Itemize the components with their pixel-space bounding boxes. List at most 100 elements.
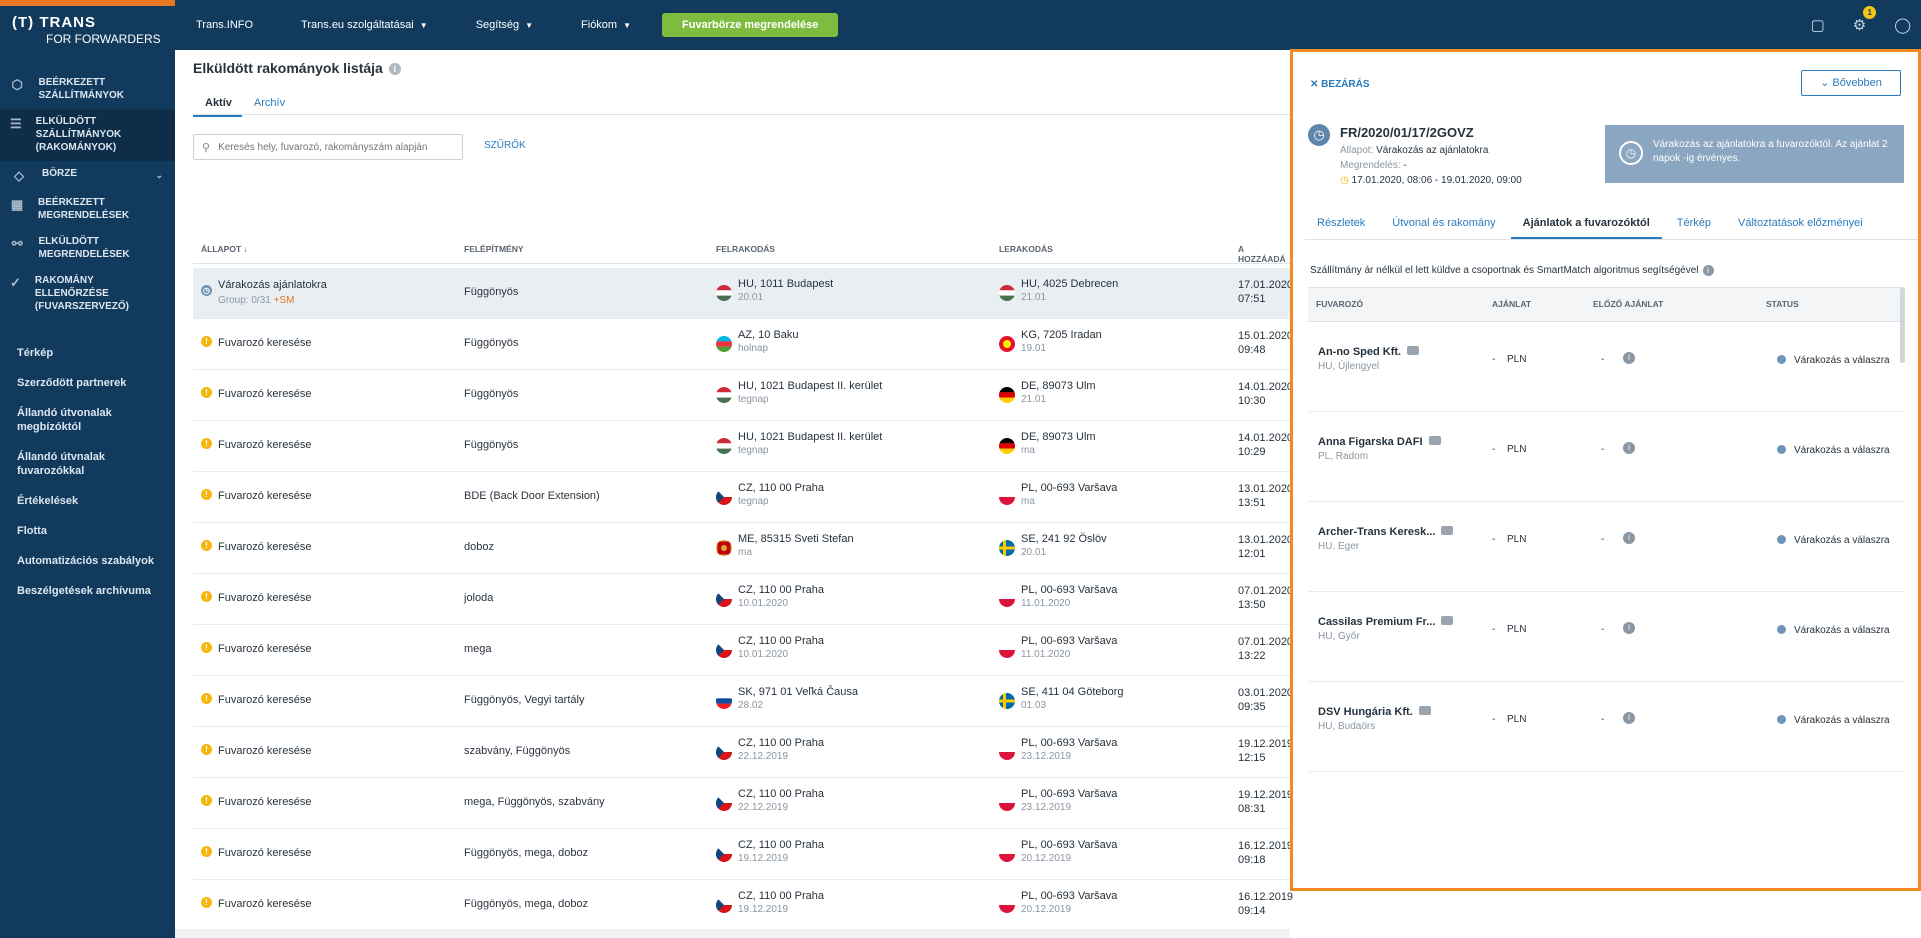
message-icon[interactable] — [1428, 436, 1441, 445]
sidebar-item-5[interactable]: ✓ RAKOMÁNY ELLENŐRZÉSE (FUVARSZERVEZŐ) — [0, 268, 175, 320]
sidebar-item-2[interactable]: ◇ BÖRZE ⌄ — [0, 161, 175, 190]
nav-trans-info[interactable]: Trans.INFO — [196, 19, 253, 31]
search-input[interactable] — [218, 141, 449, 153]
table-row[interactable]: ! Fuvarozó keresése mega CZ, 110 00 Praha 10… — [193, 625, 1293, 676]
chevron-down-icon: ▼ — [419, 20, 428, 30]
tab-change-history[interactable]: Változtatások előzményei — [1726, 214, 1875, 239]
added-time: 09:35 — [1238, 701, 1266, 713]
status-text: Fuvarozó keresése — [218, 847, 312, 859]
bell-icon[interactable]: ⚙ 1 — [1853, 6, 1877, 34]
sidebar-item-label: BEÉRKEZETT MEGRENDELÉSEK — [38, 197, 130, 221]
info-icon[interactable]: i — [1623, 442, 1635, 454]
tab-route-cargo[interactable]: Útvonal és rakomány — [1380, 214, 1507, 239]
close-button[interactable]: ✕ BEZÁRÁS — [1310, 79, 1370, 90]
added-cell: 07.01.2020 13:22 — [1238, 635, 1293, 663]
unloading-date: 21.01 — [1021, 292, 1047, 303]
logo[interactable]: (T) TRANS FOR FORWARDERS — [0, 6, 175, 50]
table-row[interactable]: ! Fuvarozó keresése Függönyös, mega, doboz… — [193, 829, 1293, 880]
message-icon[interactable] — [1418, 706, 1431, 715]
table-row[interactable]: ! Fuvarozó keresése BDE (Back Door Extensi… — [193, 472, 1293, 523]
carrier-row[interactable]: An-no Sped Kft. HU, Újlengyel - PLN - i Várako… — [1308, 322, 1905, 412]
sidebar-secondary-item[interactable]: Beszélgetések archívuma — [0, 576, 175, 606]
body-type: szabvány, Függönyös — [464, 745, 571, 757]
message-icon[interactable] — [1407, 346, 1420, 355]
table-row[interactable]: ! Fuvarozó keresése doboz ME, 85315 Sveti S… — [193, 523, 1293, 574]
order-exchange-button[interactable]: Fuvarbörze megrendelése — [662, 13, 839, 37]
added-cell: 16.12.2019 09:14 — [1238, 890, 1293, 918]
info-icon[interactable]: i — [1623, 712, 1635, 724]
loading-address: CZ, 110 00 Praha — [738, 839, 825, 851]
added-cell: 14.01.2020 10:29 — [1238, 431, 1293, 459]
col-unloading[interactable]: LERAKODÁS — [999, 244, 1053, 254]
nav-help[interactable]: Segítség ▼ — [476, 19, 533, 31]
sidebar-secondary-item[interactable]: Értékelések — [0, 486, 175, 516]
table-row[interactable]: ◷ Várakozás ajánlatokra Group: 0/31 +SM Füg… — [193, 268, 1293, 319]
carrier-row[interactable]: DSV Hungária Kft. HU, Budaörs - PLN - i Várako… — [1308, 682, 1905, 772]
info-icon[interactable]: i — [1623, 532, 1635, 544]
status-text: Fuvarozó keresése — [218, 796, 312, 808]
carrier-name[interactable]: Archer-Trans Keresk... — [1318, 526, 1454, 538]
sidebar-item-4[interactable]: ⚯ ELKÜLDÖTT MEGRENDELÉSEK — [0, 229, 175, 268]
carrier-name[interactable]: DSV Hungária Kft. — [1318, 706, 1431, 718]
sidebar-item-1[interactable]: ☰ ELKÜLDÖTT SZÁLLÍTMÁNYOK (RAKOMÁNYOK) — [0, 109, 175, 161]
tab-map[interactable]: Térkép — [1665, 214, 1723, 239]
flag-cz-icon — [716, 897, 732, 913]
filters-button[interactable]: SZŰRŐK — [484, 140, 526, 151]
table-row[interactable]: ! Fuvarozó keresése joloda CZ, 110 00 Praha… — [193, 574, 1293, 625]
table-row[interactable]: ! Fuvarozó keresése Függönyös HU, 1021 Buda… — [193, 370, 1294, 421]
carrier-row[interactable]: Archer-Trans Keresk... HU, Eger - PLN - i Vára… — [1308, 502, 1905, 592]
nav-services[interactable]: Trans.eu szolgáltatásai ▼ — [301, 19, 428, 31]
col-status[interactable]: ÁLLAPOT ↓ — [201, 244, 248, 254]
search-icon: ⚲ — [202, 141, 211, 154]
added-date: 03.01.2020 — [1238, 687, 1294, 699]
message-icon[interactable] — [1441, 616, 1454, 625]
carrier-name[interactable]: An-no Sped Kft. — [1318, 346, 1420, 358]
col-added[interactable]: A HOZZÁADÁ — [1238, 244, 1290, 264]
horizontal-scrollbar[interactable] — [175, 929, 1290, 938]
info-icon[interactable]: i — [1623, 352, 1635, 364]
sidebar-secondary-item[interactable]: Szerződött partnerek — [0, 368, 175, 398]
offer-currency: PLN — [1507, 714, 1527, 725]
loading-address: SK, 971 01 Veľká Čausa — [738, 686, 859, 698]
chat-icon[interactable]: ▢ — [1811, 16, 1825, 34]
order-label: Megrendelés: — [1340, 160, 1401, 171]
carrier-row[interactable]: Anna Figarska DAFI PL, Radom - PLN - i Várakoz… — [1308, 412, 1905, 502]
sidebar-item-3[interactable]: ▦ BEÉRKEZETT MEGRENDELÉSEK — [0, 190, 175, 229]
more-button[interactable]: ⌄ Bővebben — [1801, 70, 1901, 96]
table-row[interactable]: ! Fuvarozó keresése Függönyös, Vegyi tartá… — [193, 676, 1294, 727]
unloading-date: 23.12.2019 — [1021, 802, 1072, 813]
unloading-date: 23.12.2019 — [1021, 751, 1072, 762]
body-type: doboz — [464, 541, 494, 553]
carrier-name[interactable]: Anna Figarska DAFI — [1318, 436, 1441, 448]
nav-account[interactable]: Fiókom ▼ — [581, 19, 631, 31]
sidebar-item-0[interactable]: ⬡ BEÉRKEZETT SZÁLLÍTMÁNYOK — [0, 70, 175, 109]
added-date: 14.01.2020 — [1238, 381, 1294, 393]
table-row[interactable]: ! Fuvarozó keresése Függönyös, mega, doboz… — [193, 880, 1293, 931]
table-row[interactable]: ! Fuvarozó keresése Függönyös AZ, 10 Baku ho… — [193, 319, 1293, 370]
info-icon[interactable]: i — [388, 63, 401, 75]
offer-status: Várakozás a válaszra — [1777, 535, 1890, 546]
col-body[interactable]: FELÉPÍTMÉNY — [464, 244, 524, 254]
col-loading[interactable]: FELRAKODÁS — [716, 244, 775, 254]
sidebar-secondary-item[interactable]: Flotta — [0, 516, 175, 546]
info-icon[interactable]: i — [1702, 265, 1714, 276]
sidebar-secondary-item[interactable]: Automatizációs szabályok — [0, 546, 175, 576]
loading-address: CZ, 110 00 Praha — [738, 737, 825, 749]
info-icon[interactable]: i — [1623, 622, 1635, 634]
table-row[interactable]: ! Fuvarozó keresése mega, Függönyös, szabv… — [193, 778, 1293, 829]
table-row[interactable]: ! Fuvarozó keresése szabvány, Függönyös CZ,… — [193, 727, 1293, 778]
carrier-name[interactable]: Cassilas Premium Fr... — [1318, 616, 1454, 628]
offers-scrollbar[interactable] — [1900, 288, 1905, 363]
tab-details[interactable]: Részletek — [1305, 214, 1377, 239]
tab-carrier-offers[interactable]: Ajánlatok a fuvarozóktól — [1510, 214, 1662, 239]
sidebar-secondary-item[interactable]: Térkép — [0, 338, 175, 368]
flag-de-icon — [999, 387, 1015, 403]
table-row[interactable]: ! Fuvarozó keresése Függönyös HU, 1021 Buda… — [193, 421, 1293, 472]
sidebar-secondary-item[interactable]: Állandó útvonalak megbízóktól — [0, 398, 175, 442]
message-icon[interactable] — [1441, 526, 1454, 535]
sidebar-secondary-item[interactable]: Állandó útvnalak fuvarozókkal — [0, 442, 175, 486]
clock-icon: ◷ — [1619, 141, 1643, 165]
user-avatar-icon[interactable]: ◯ — [1894, 16, 1911, 34]
carrier-row[interactable]: Cassilas Premium Fr... HU, Győr - PLN - i Vára… — [1308, 592, 1905, 682]
warning-status-icon: ! — [201, 744, 212, 755]
